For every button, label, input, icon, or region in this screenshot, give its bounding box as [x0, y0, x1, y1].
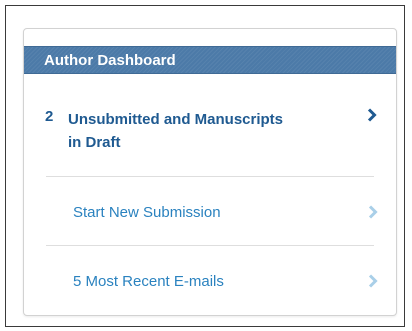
start-new-submission-link[interactable]: Start New Submission: [24, 185, 396, 241]
item-count: 2: [45, 108, 54, 125]
author-dashboard-panel: Author Dashboard 2 Unsubmitted and Manus…: [23, 28, 397, 316]
unsubmitted-manuscripts-item[interactable]: 2 Unsubmitted and Manuscripts in Draft: [24, 87, 396, 153]
item-label: Unsubmitted and Manuscripts in Draft: [68, 111, 284, 151]
recent-emails-link[interactable]: 5 Most Recent E-mails: [24, 254, 396, 310]
chevron-right-icon: [367, 108, 377, 122]
panel-header: Author Dashboard: [24, 46, 396, 74]
link-label: 5 Most Recent E-mails: [73, 273, 224, 290]
chevron-right-icon: [368, 205, 378, 219]
panel-title: Author Dashboard: [44, 52, 176, 69]
link-label: Start New Submission: [73, 204, 221, 221]
divider: [46, 245, 374, 246]
divider: [46, 176, 374, 177]
chevron-right-icon: [368, 274, 378, 288]
